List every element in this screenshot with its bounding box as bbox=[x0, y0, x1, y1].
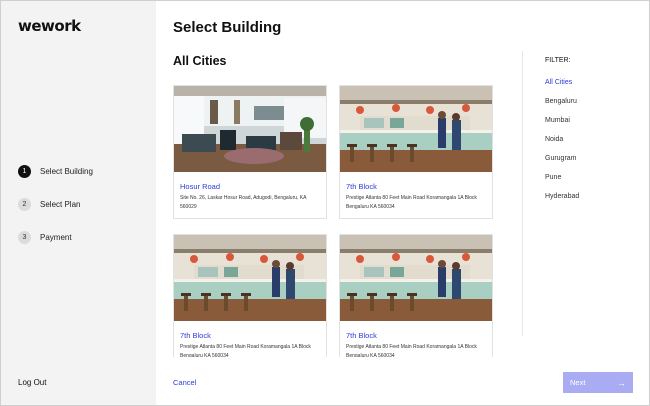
filter-option-noida[interactable]: Noida bbox=[545, 136, 579, 155]
building-photo bbox=[174, 86, 326, 172]
building-name-link[interactable]: 7th Block bbox=[346, 182, 377, 191]
step-select-plan: 2 Select Plan bbox=[18, 196, 93, 212]
next-button[interactable]: Next → bbox=[563, 372, 633, 393]
step-number-badge: 1 bbox=[18, 164, 31, 178]
filter-option-gurugram[interactable]: Gurugram bbox=[545, 155, 579, 174]
cancel-button[interactable]: Cancel bbox=[173, 378, 196, 387]
filter-divider bbox=[522, 51, 523, 336]
building-photo bbox=[174, 235, 326, 321]
step-list: 1 Select Building 2 Select Plan 3 Paymen… bbox=[18, 163, 93, 262]
building-address: Prestige Atlanta 80 Feet Main Road Koram… bbox=[180, 344, 311, 357]
filter-option-all-cities[interactable]: All Cities bbox=[545, 79, 579, 98]
main-panel: Select Building All Cities Hosur Road Si… bbox=[156, 1, 649, 405]
step-number-badge: 2 bbox=[18, 197, 31, 211]
building-name-link[interactable]: Hosur Road bbox=[180, 182, 220, 191]
logout-link[interactable]: Log Out bbox=[18, 378, 46, 387]
building-card[interactable]: Hosur Road Site No. 26, Laskar Hosur Roa… bbox=[173, 85, 327, 219]
sidebar: wework 1 Select Building 2 Select Plan 3… bbox=[1, 1, 156, 405]
building-card[interactable]: 7th Block Prestige Atlanta 80 Feet Main … bbox=[173, 234, 327, 357]
building-name-link[interactable]: 7th Block bbox=[346, 331, 377, 340]
building-card-grid: Hosur Road Site No. 26, Laskar Hosur Roa… bbox=[173, 85, 498, 357]
filter-label: FILTER: bbox=[545, 57, 571, 64]
step-label: Select Plan bbox=[40, 199, 81, 209]
filter-option-hyderabad[interactable]: Hyderabad bbox=[545, 193, 579, 212]
step-select-building: 1 Select Building bbox=[18, 163, 93, 179]
page-title: Select Building bbox=[173, 19, 282, 36]
building-card[interactable]: 7th Block Prestige Atlanta 80 Feet Main … bbox=[339, 234, 493, 357]
building-card[interactable]: 7th Block Prestige Atlanta 80 Feet Main … bbox=[339, 85, 493, 219]
arrow-right-icon: → bbox=[617, 377, 626, 388]
city-filter: FILTER: All Cities Bengaluru Mumbai Noid… bbox=[545, 57, 579, 212]
building-photo bbox=[340, 235, 492, 321]
building-address: Prestige Atlanta 80 Feet Main Road Koram… bbox=[346, 195, 477, 210]
filter-option-pune[interactable]: Pune bbox=[545, 174, 579, 193]
step-number-badge: 3 bbox=[18, 230, 31, 244]
section-title: All Cities bbox=[173, 54, 227, 68]
filter-option-mumbai[interactable]: Mumbai bbox=[545, 117, 579, 136]
building-photo bbox=[340, 86, 492, 172]
step-label: Select Building bbox=[40, 166, 93, 176]
building-address: Prestige Atlanta 80 Feet Main Road Koram… bbox=[346, 344, 477, 357]
step-label: Payment bbox=[40, 232, 72, 242]
filter-option-bengaluru[interactable]: Bengaluru bbox=[545, 98, 579, 117]
step-payment: 3 Payment bbox=[18, 229, 93, 245]
wework-logo: wework bbox=[18, 17, 81, 35]
next-button-label: Next bbox=[570, 378, 586, 387]
building-address: Site No. 26, Laskar Hosur Road, Adugodi,… bbox=[180, 195, 307, 210]
building-name-link[interactable]: 7th Block bbox=[180, 331, 211, 340]
